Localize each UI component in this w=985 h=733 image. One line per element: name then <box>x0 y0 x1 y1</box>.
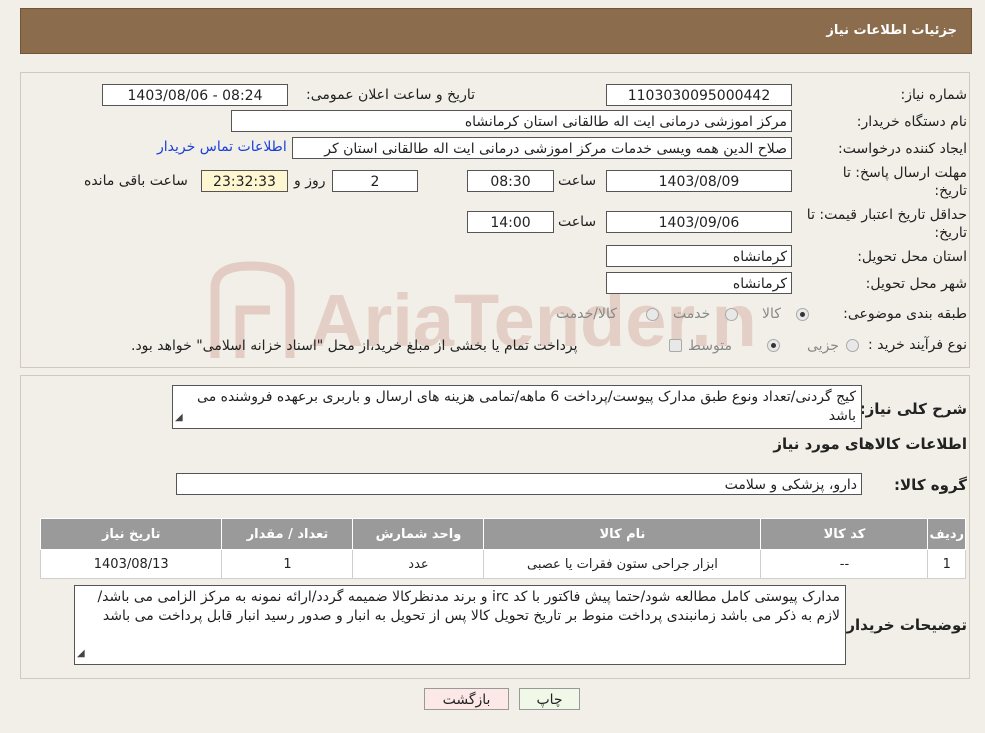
page-header: جزئیات اطلاعات نیاز <box>20 8 972 54</box>
need-number-label: شماره نیاز: <box>900 87 968 103</box>
days-label: روز و <box>294 173 326 189</box>
reply-date-field: 1403/08/09 <box>606 170 792 192</box>
category-option-both: کالا/خدمت <box>556 306 617 322</box>
process-radio-minor[interactable] <box>846 339 859 352</box>
cell-unit: عدد <box>352 549 485 579</box>
buyer-org-label: نام دستگاه خریدار: <box>856 114 967 130</box>
creator-field: صلاح الدین همه ویسی خدمات مرکز اموزشی در… <box>292 137 792 159</box>
category-option-service: خدمت <box>673 306 711 322</box>
summary-label: شرح کلی نیاز: <box>859 400 967 418</box>
reply-deadline-label: مهلت ارسال پاسخ: تا <box>842 165 967 181</box>
col-code: کد کالا <box>760 518 929 550</box>
page-title: جزئیات اطلاعات نیاز <box>826 23 957 38</box>
table-row: 1 -- ابزار جراحی ستون فقرات یا عصبی عدد … <box>39 549 966 579</box>
summary-textarea: کیج گردنی/تعداد ونوع طبق مدارک پیوست/پرد… <box>172 385 862 429</box>
buyer-notes-label: توضیحات خریدار: <box>840 616 967 634</box>
resize-grip-icon[interactable]: ◢ <box>77 644 85 663</box>
cell-name: ابزار جراحی ستون فقرات یا عصبی <box>483 549 762 579</box>
cell-date: 1403/08/13 <box>39 549 223 579</box>
remaining-time-field: 23:32:33 <box>201 170 288 192</box>
col-qty: تعداد / مقدار <box>221 518 354 550</box>
group-field: دارو، پزشکی و سلامت <box>176 473 862 495</box>
table-header-row: ردیف کد کالا نام کالا واحد شمارش تعداد /… <box>39 518 966 550</box>
cell-qty: 1 <box>221 549 354 579</box>
process-option-minor: جزیی <box>807 338 839 354</box>
buyer-notes-textarea: مدارک پیوستی کامل مطالعه شود/حتما پیش فا… <box>74 585 846 665</box>
process-label: نوع فرآیند خرید : <box>868 337 967 353</box>
province-field: کرمانشاه <box>606 245 792 267</box>
creator-label: ایجاد کننده درخواست: <box>838 141 967 157</box>
category-option-goods: کالا <box>762 306 781 322</box>
process-option-medium: متوسط <box>688 338 732 354</box>
price-time-field: 14:00 <box>467 211 554 233</box>
price-date-field: 1403/09/06 <box>606 211 792 233</box>
province-label: استان محل تحویل: <box>857 249 967 265</box>
summary-text: کیج گردنی/تعداد ونوع طبق مدارک پیوست/پرد… <box>197 389 856 424</box>
buyer-notes-text: مدارک پیوستی کامل مطالعه شود/حتما پیش فا… <box>97 589 840 624</box>
price-time-label: ساعت <box>558 214 597 230</box>
category-radio-both[interactable] <box>646 308 659 321</box>
category-radio-service[interactable] <box>725 308 738 321</box>
resize-grip-icon[interactable]: ◢ <box>175 408 183 427</box>
items-heading: اطلاعات کالاهای مورد نیاز <box>773 435 967 453</box>
days-field: 2 <box>332 170 418 192</box>
cell-code: -- <box>760 549 929 579</box>
need-number-field: 1103030095000442 <box>606 84 792 106</box>
col-row: ردیف <box>927 518 966 550</box>
category-radio-goods[interactable] <box>796 308 809 321</box>
col-name: نام کالا <box>483 518 762 550</box>
buyer-org-field: مرکز اموزشی درمانی ایت اله طالقانی استان… <box>231 110 792 132</box>
cell-row: 1 <box>927 549 966 579</box>
price-validity-label-2: تاریخ: <box>934 225 967 241</box>
process-note: پرداخت تمام یا بخشی از مبلغ خرید،از محل … <box>131 338 578 354</box>
group-label: گروه کالا: <box>894 476 967 494</box>
announce-label: تاریخ و ساعت اعلان عمومی: <box>306 87 475 103</box>
category-label: طبقه بندی موضوعی: <box>843 306 967 322</box>
reply-time-label: ساعت <box>558 173 597 189</box>
col-date: تاریخ نیاز <box>39 518 223 550</box>
reply-deadline-label-2: تاریخ: <box>934 183 967 199</box>
items-table: ردیف کد کالا نام کالا واحد شمارش تعداد /… <box>39 518 966 579</box>
treasury-checkbox[interactable] <box>669 339 682 352</box>
city-label: شهر محل تحویل: <box>865 276 967 292</box>
price-validity-label: حداقل تاریخ اعتبار قیمت: تا <box>806 207 967 223</box>
buyer-contact-link[interactable]: اطلاعات تماس خریدار <box>157 139 287 155</box>
print-button[interactable]: چاپ <box>519 688 580 710</box>
col-unit: واحد شمارش <box>352 518 485 550</box>
city-field: کرمانشاه <box>606 272 792 294</box>
back-button[interactable]: بازگشت <box>424 688 509 710</box>
process-radio-medium[interactable] <box>767 339 780 352</box>
reply-time-field: 08:30 <box>467 170 554 192</box>
announce-field: 1403/08/06 - 08:24 <box>102 84 288 106</box>
remaining-label: ساعت باقی مانده <box>84 173 188 189</box>
